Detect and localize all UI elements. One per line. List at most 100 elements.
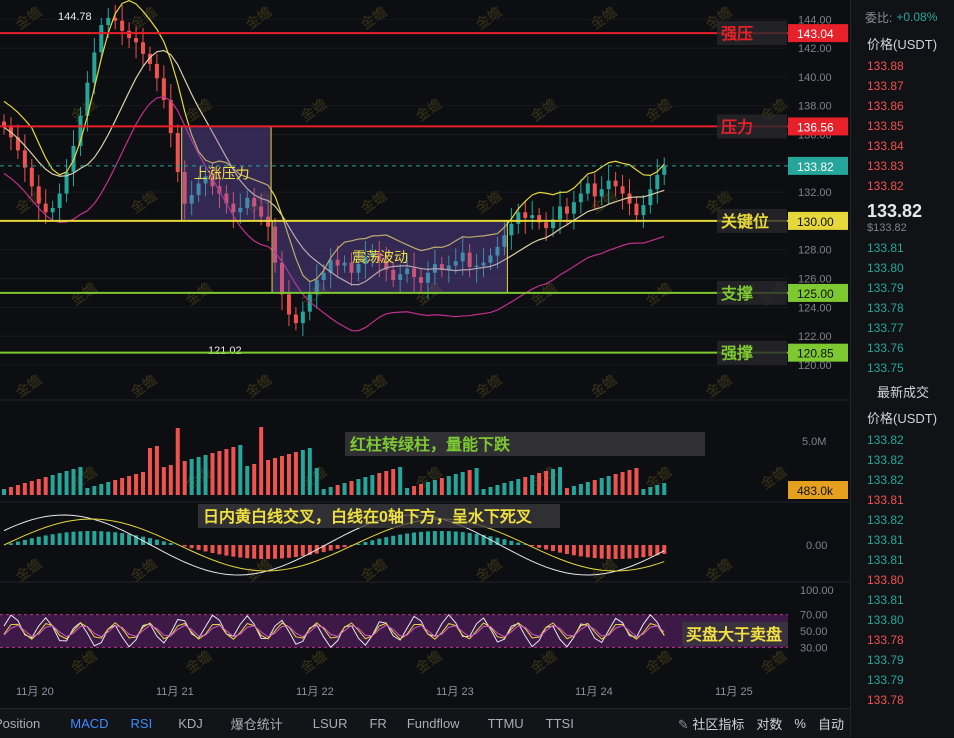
macd-bar bbox=[238, 545, 242, 558]
ask-row-price: 133.83 bbox=[867, 159, 904, 173]
watermark-text: 金蟾 bbox=[358, 3, 390, 32]
high-marker-label: 144.78 bbox=[58, 11, 92, 23]
macd-bar bbox=[356, 544, 360, 545]
tab-macd[interactable]: MACD bbox=[70, 716, 108, 731]
volume-bar bbox=[516, 479, 520, 495]
macd-bar bbox=[155, 540, 159, 545]
price-tick-label: 138.00 bbox=[798, 101, 832, 113]
macd-bar bbox=[593, 545, 597, 558]
bid-row[interactable]: 133.79 bbox=[851, 278, 954, 298]
price-tick-label: 124.00 bbox=[798, 302, 832, 314]
bid-row[interactable]: 133.81 bbox=[851, 238, 954, 258]
watermark-text: 金蟾 bbox=[243, 3, 275, 32]
bid-row[interactable]: 133.76 bbox=[851, 338, 954, 358]
volume-bar bbox=[370, 475, 374, 495]
candle-body bbox=[607, 181, 611, 190]
tab-fundflow[interactable]: Fundflow bbox=[407, 716, 460, 731]
bid-row-price: 133.77 bbox=[867, 321, 904, 335]
level-tag: 136.56 bbox=[797, 120, 834, 134]
ask-row[interactable]: 133.87 bbox=[851, 76, 954, 96]
trade-row: 133.82 bbox=[851, 510, 954, 530]
watermark-text: 金蟾 bbox=[643, 647, 675, 676]
log-scale-button[interactable]: 对数 bbox=[756, 714, 782, 733]
bid-row[interactable]: 133.80 bbox=[851, 258, 954, 278]
macd-bar bbox=[294, 545, 298, 557]
candle-body bbox=[58, 194, 62, 208]
bid-row[interactable]: 133.78 bbox=[851, 298, 954, 318]
tab-rsi[interactable]: RSI bbox=[131, 716, 153, 731]
level-label: 支撑 bbox=[720, 284, 753, 303]
level-label: 强撑 bbox=[721, 344, 753, 363]
candle-body bbox=[523, 212, 527, 218]
tab-fr[interactable]: FR bbox=[369, 716, 386, 731]
volume-bar bbox=[245, 466, 249, 495]
macd-bar bbox=[558, 545, 562, 553]
candle-body bbox=[530, 215, 534, 218]
volume-bar bbox=[475, 468, 479, 495]
volume-bar bbox=[398, 467, 402, 495]
trade-row: 133.80 bbox=[851, 610, 954, 630]
candle-body bbox=[23, 150, 27, 167]
volume-bar bbox=[273, 458, 277, 495]
volume-bar bbox=[30, 481, 34, 495]
macd-bar bbox=[266, 545, 270, 559]
watermark-text: 金蟾 bbox=[703, 555, 735, 584]
macd-bar bbox=[336, 545, 340, 549]
ask-row[interactable]: 133.84 bbox=[851, 136, 954, 156]
trade-price: 133.80 bbox=[867, 613, 904, 627]
auto-scale-button[interactable]: 自动 bbox=[818, 714, 844, 733]
ask-row[interactable]: 133.85 bbox=[851, 116, 954, 136]
volume-bar bbox=[426, 482, 430, 495]
volume-bar bbox=[37, 479, 41, 495]
macd-bar bbox=[398, 535, 402, 545]
ask-row[interactable]: 133.88 bbox=[851, 56, 954, 76]
watermark-text: 金蟾 bbox=[528, 647, 560, 676]
ask-row[interactable]: 133.82 bbox=[851, 176, 954, 196]
watermark-layer: 金蟾金蟾金蟾金蟾金蟾金蟾金蟾金蟾金蟾金蟾金蟾金蟾金蟾金蟾金蟾金蟾金蟾金蟾金蟾金蟾… bbox=[13, 3, 790, 676]
volume-bar bbox=[113, 480, 117, 495]
last-price-block: 133.82 $133.82 bbox=[851, 196, 954, 238]
volume-bar bbox=[350, 481, 354, 495]
trade-row: 133.78 bbox=[851, 690, 954, 710]
macd-bar bbox=[169, 543, 173, 545]
community-indicator-button[interactable]: ✎ 社区指标 bbox=[678, 714, 745, 733]
tab-position[interactable]: Position bbox=[0, 716, 40, 731]
trade-price: 133.78 bbox=[867, 633, 904, 647]
macd-bar bbox=[412, 533, 416, 545]
macd-bar bbox=[231, 545, 235, 557]
macd-bar bbox=[600, 545, 604, 559]
watermark-text: 金蟾 bbox=[358, 555, 390, 584]
macd-bar bbox=[468, 533, 472, 545]
macd-bar bbox=[58, 533, 62, 545]
macd-bar bbox=[72, 532, 76, 545]
last-price: 133.82 bbox=[867, 201, 954, 222]
ask-row[interactable]: 133.83 bbox=[851, 156, 954, 176]
volume-bar bbox=[509, 481, 513, 495]
volume-bar bbox=[211, 453, 215, 495]
trade-row: 133.79 bbox=[851, 670, 954, 690]
tab-lsur[interactable]: LSUR bbox=[313, 716, 348, 731]
macd-bar bbox=[537, 545, 541, 548]
percent-scale-button[interactable]: % bbox=[794, 716, 806, 731]
volume-bar bbox=[85, 488, 89, 495]
tab-ttsi[interactable]: TTSI bbox=[546, 716, 574, 731]
bid-row[interactable]: 133.75 bbox=[851, 358, 954, 378]
trade-price: 133.82 bbox=[867, 473, 904, 487]
chart-svg: 金蟾金蟾金蟾金蟾金蟾金蟾金蟾金蟾金蟾金蟾金蟾金蟾金蟾金蟾金蟾金蟾金蟾金蟾金蟾金蟾… bbox=[0, 0, 850, 708]
ask-row[interactable]: 133.86 bbox=[851, 96, 954, 116]
macd-bar bbox=[621, 545, 625, 559]
candle-body bbox=[287, 294, 291, 314]
tab-kdj[interactable]: KDJ bbox=[178, 716, 203, 731]
tab-ttmu[interactable]: TTMU bbox=[488, 716, 524, 731]
level-tag: 143.04 bbox=[797, 27, 834, 41]
macd-bar bbox=[433, 531, 437, 545]
bid-row[interactable]: 133.77 bbox=[851, 318, 954, 338]
tab-爆仓统计[interactable]: 爆仓统计 bbox=[231, 714, 283, 733]
trade-price: 133.78 bbox=[867, 693, 904, 707]
volume-bar bbox=[586, 482, 590, 495]
macd-bar bbox=[197, 545, 201, 550]
trade-row: 133.80 bbox=[851, 570, 954, 590]
ratio-label: 委比: bbox=[865, 9, 892, 26]
chart-area[interactable]: 金蟾金蟾金蟾金蟾金蟾金蟾金蟾金蟾金蟾金蟾金蟾金蟾金蟾金蟾金蟾金蟾金蟾金蟾金蟾金蟾… bbox=[0, 0, 850, 708]
watermark-text: 金蟾 bbox=[588, 371, 620, 400]
